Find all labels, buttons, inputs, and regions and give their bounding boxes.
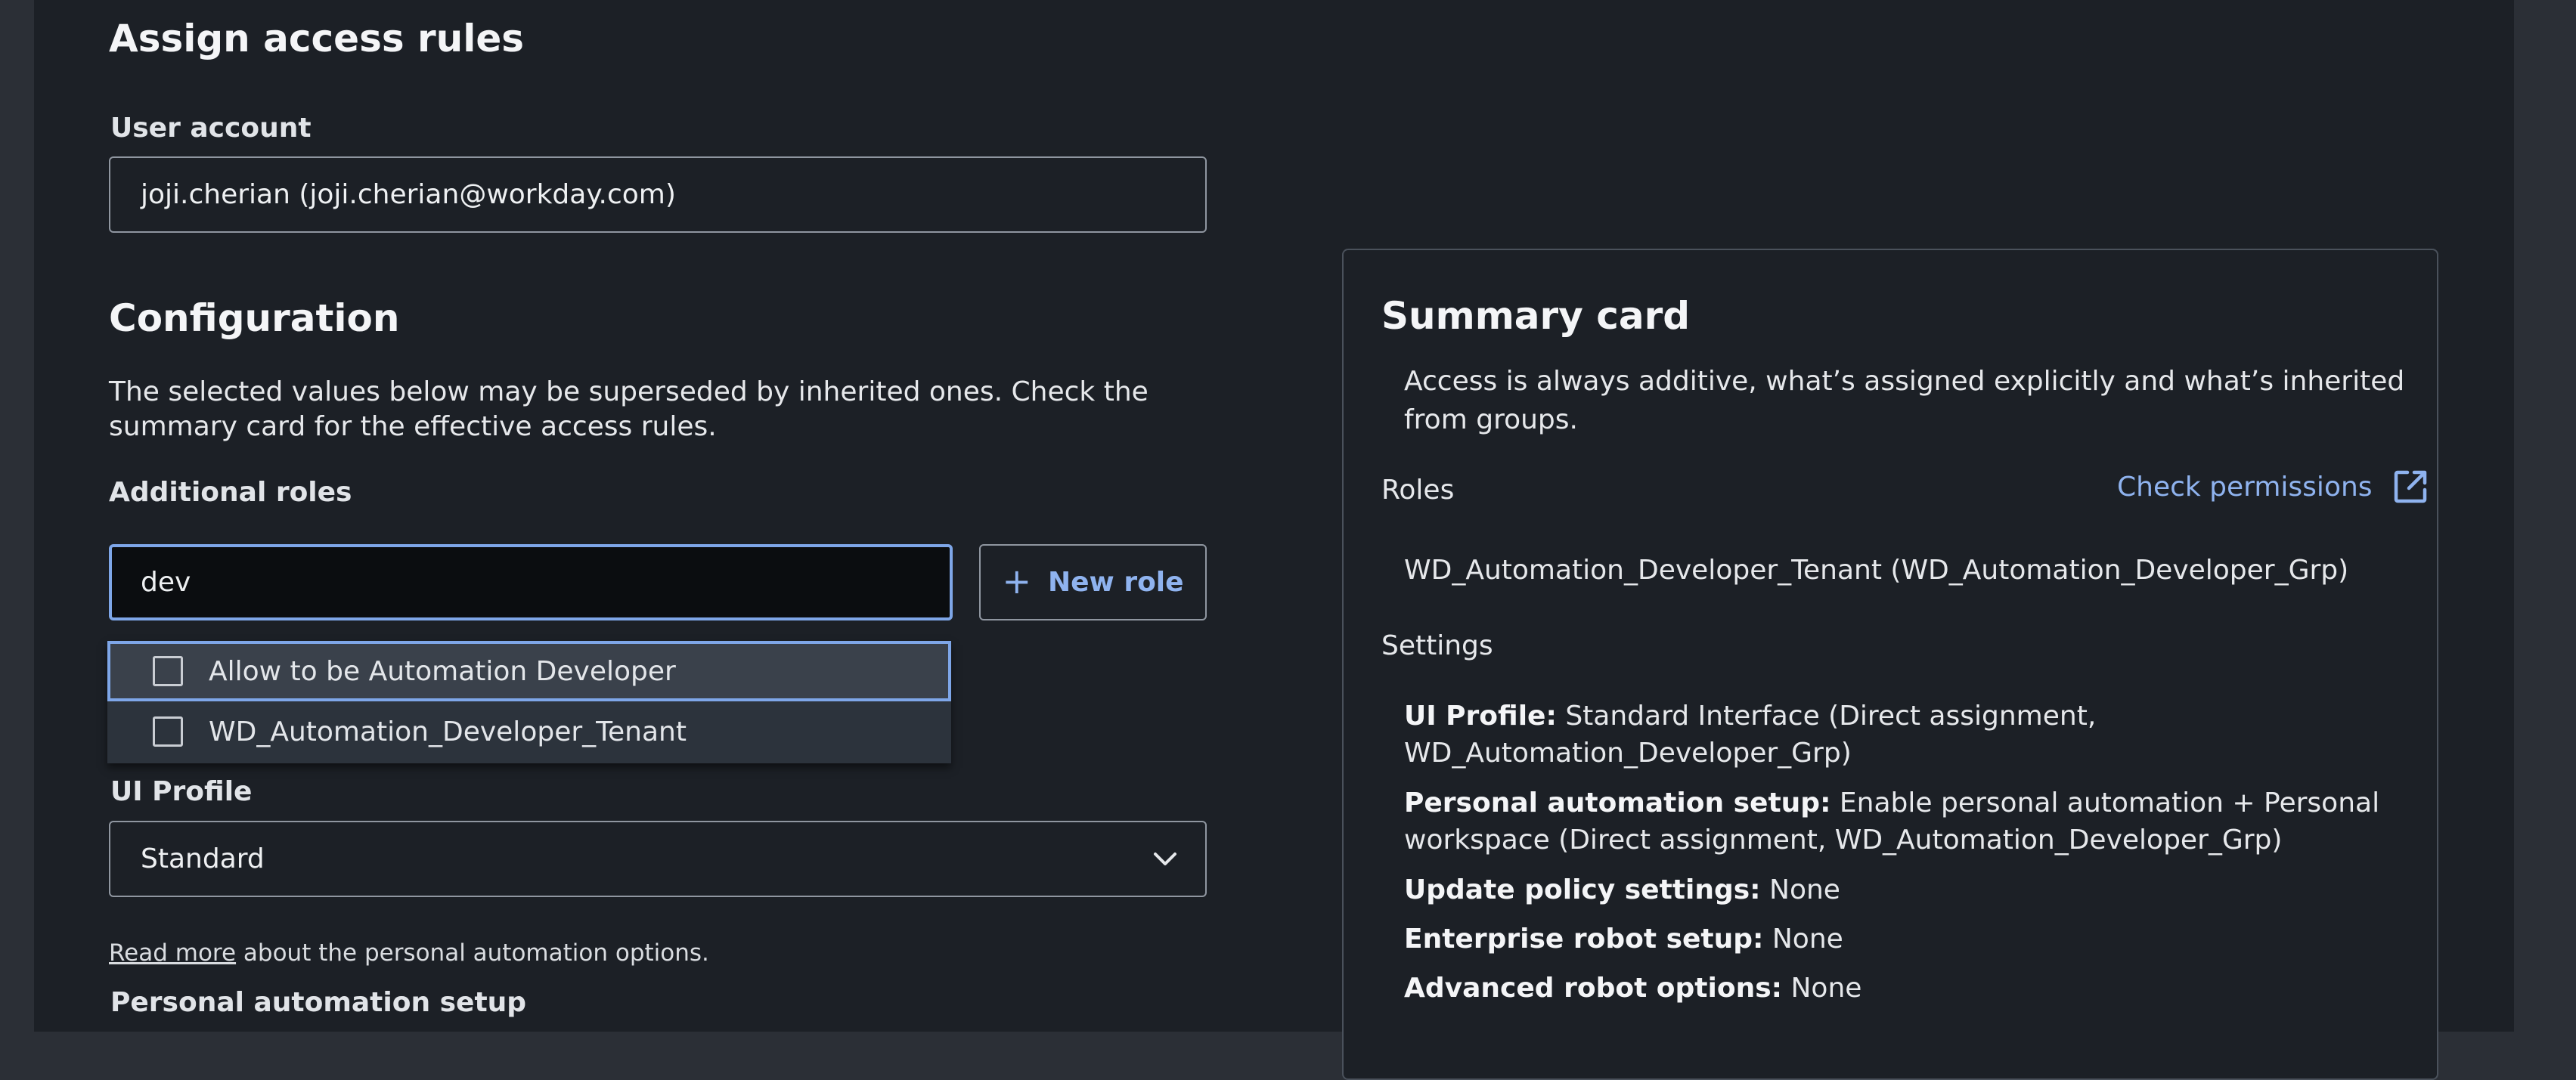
external-link-icon (2394, 470, 2426, 503)
setting-ui-profile: UI Profile: Standard Interface (Direct a… (1404, 698, 2417, 772)
additional-roles-label: Additional roles (109, 477, 352, 508)
configuration-title: Configuration (109, 296, 400, 340)
role-search-input[interactable]: dev (109, 544, 953, 620)
checkbox[interactable] (153, 656, 183, 686)
page-title: Assign access rules (109, 17, 525, 60)
setting-value: None (1760, 874, 1840, 905)
setting-enterprise-robot: Enterprise robot setup: None (1404, 921, 2417, 958)
role-dropdown: Allow to be Automation Developer WD_Auto… (107, 641, 951, 763)
settings-label: Settings (1381, 630, 1493, 661)
dropdown-option[interactable]: WD_Automation_Developer_Tenant (107, 701, 951, 762)
role-search-value: dev (141, 567, 191, 598)
setting-key: Update policy settings: (1404, 874, 1761, 905)
dropdown-option[interactable]: Allow to be Automation Developer (107, 641, 951, 701)
role-value: WD_Automation_Developer_Tenant (WD_Autom… (1404, 555, 2349, 586)
setting-key: Enterprise robot setup: (1404, 924, 1764, 955)
dropdown-option-label: Allow to be Automation Developer (209, 655, 676, 687)
ui-profile-select[interactable]: Standard (109, 821, 1207, 897)
user-account-label: User account (110, 113, 312, 144)
summary-description: Access is always additive, what’s assign… (1404, 366, 2405, 435)
setting-key: Advanced robot options: (1404, 973, 1783, 1004)
setting-key: Personal automation setup: (1404, 788, 1831, 819)
ui-profile-label: UI Profile (110, 776, 253, 807)
read-more-link[interactable]: Read more (109, 939, 236, 967)
setting-update-policy: Update policy settings: None (1404, 871, 2417, 908)
summary-title: Summary card (1381, 294, 1691, 338)
roles-label: Roles (1381, 475, 1455, 506)
setting-value: None (1763, 924, 1843, 955)
plus-icon: + (1002, 560, 1031, 602)
setting-advanced-robot: Advanced robot options: None (1404, 970, 2417, 1007)
user-account-value: joji.cherian (joji.cherian@workday.com) (141, 179, 676, 210)
chevron-down-icon (1154, 852, 1176, 865)
new-role-button[interactable]: + New role (979, 544, 1207, 620)
checkbox[interactable] (153, 716, 183, 747)
read-more-text: Read more about the personal automation … (109, 939, 709, 967)
new-role-label: New role (1047, 567, 1184, 598)
read-more-rest: about the personal automation options. (236, 939, 709, 967)
setting-key: UI Profile: (1404, 701, 1557, 732)
personal-automation-label: Personal automation setup (110, 987, 527, 1018)
setting-personal-automation: Personal automation setup: Enable person… (1404, 784, 2417, 859)
check-permissions-link[interactable]: Check permissions (2117, 469, 2429, 505)
check-permissions-label: Check permissions (2117, 471, 2373, 503)
configuration-description: The selected values below may be superse… (109, 376, 1149, 442)
dropdown-option-label: WD_Automation_Developer_Tenant (209, 716, 687, 747)
ui-profile-value: Standard (141, 843, 265, 874)
user-account-field[interactable]: joji.cherian (joji.cherian@workday.com) (109, 156, 1207, 233)
setting-value: None (1782, 973, 1862, 1004)
